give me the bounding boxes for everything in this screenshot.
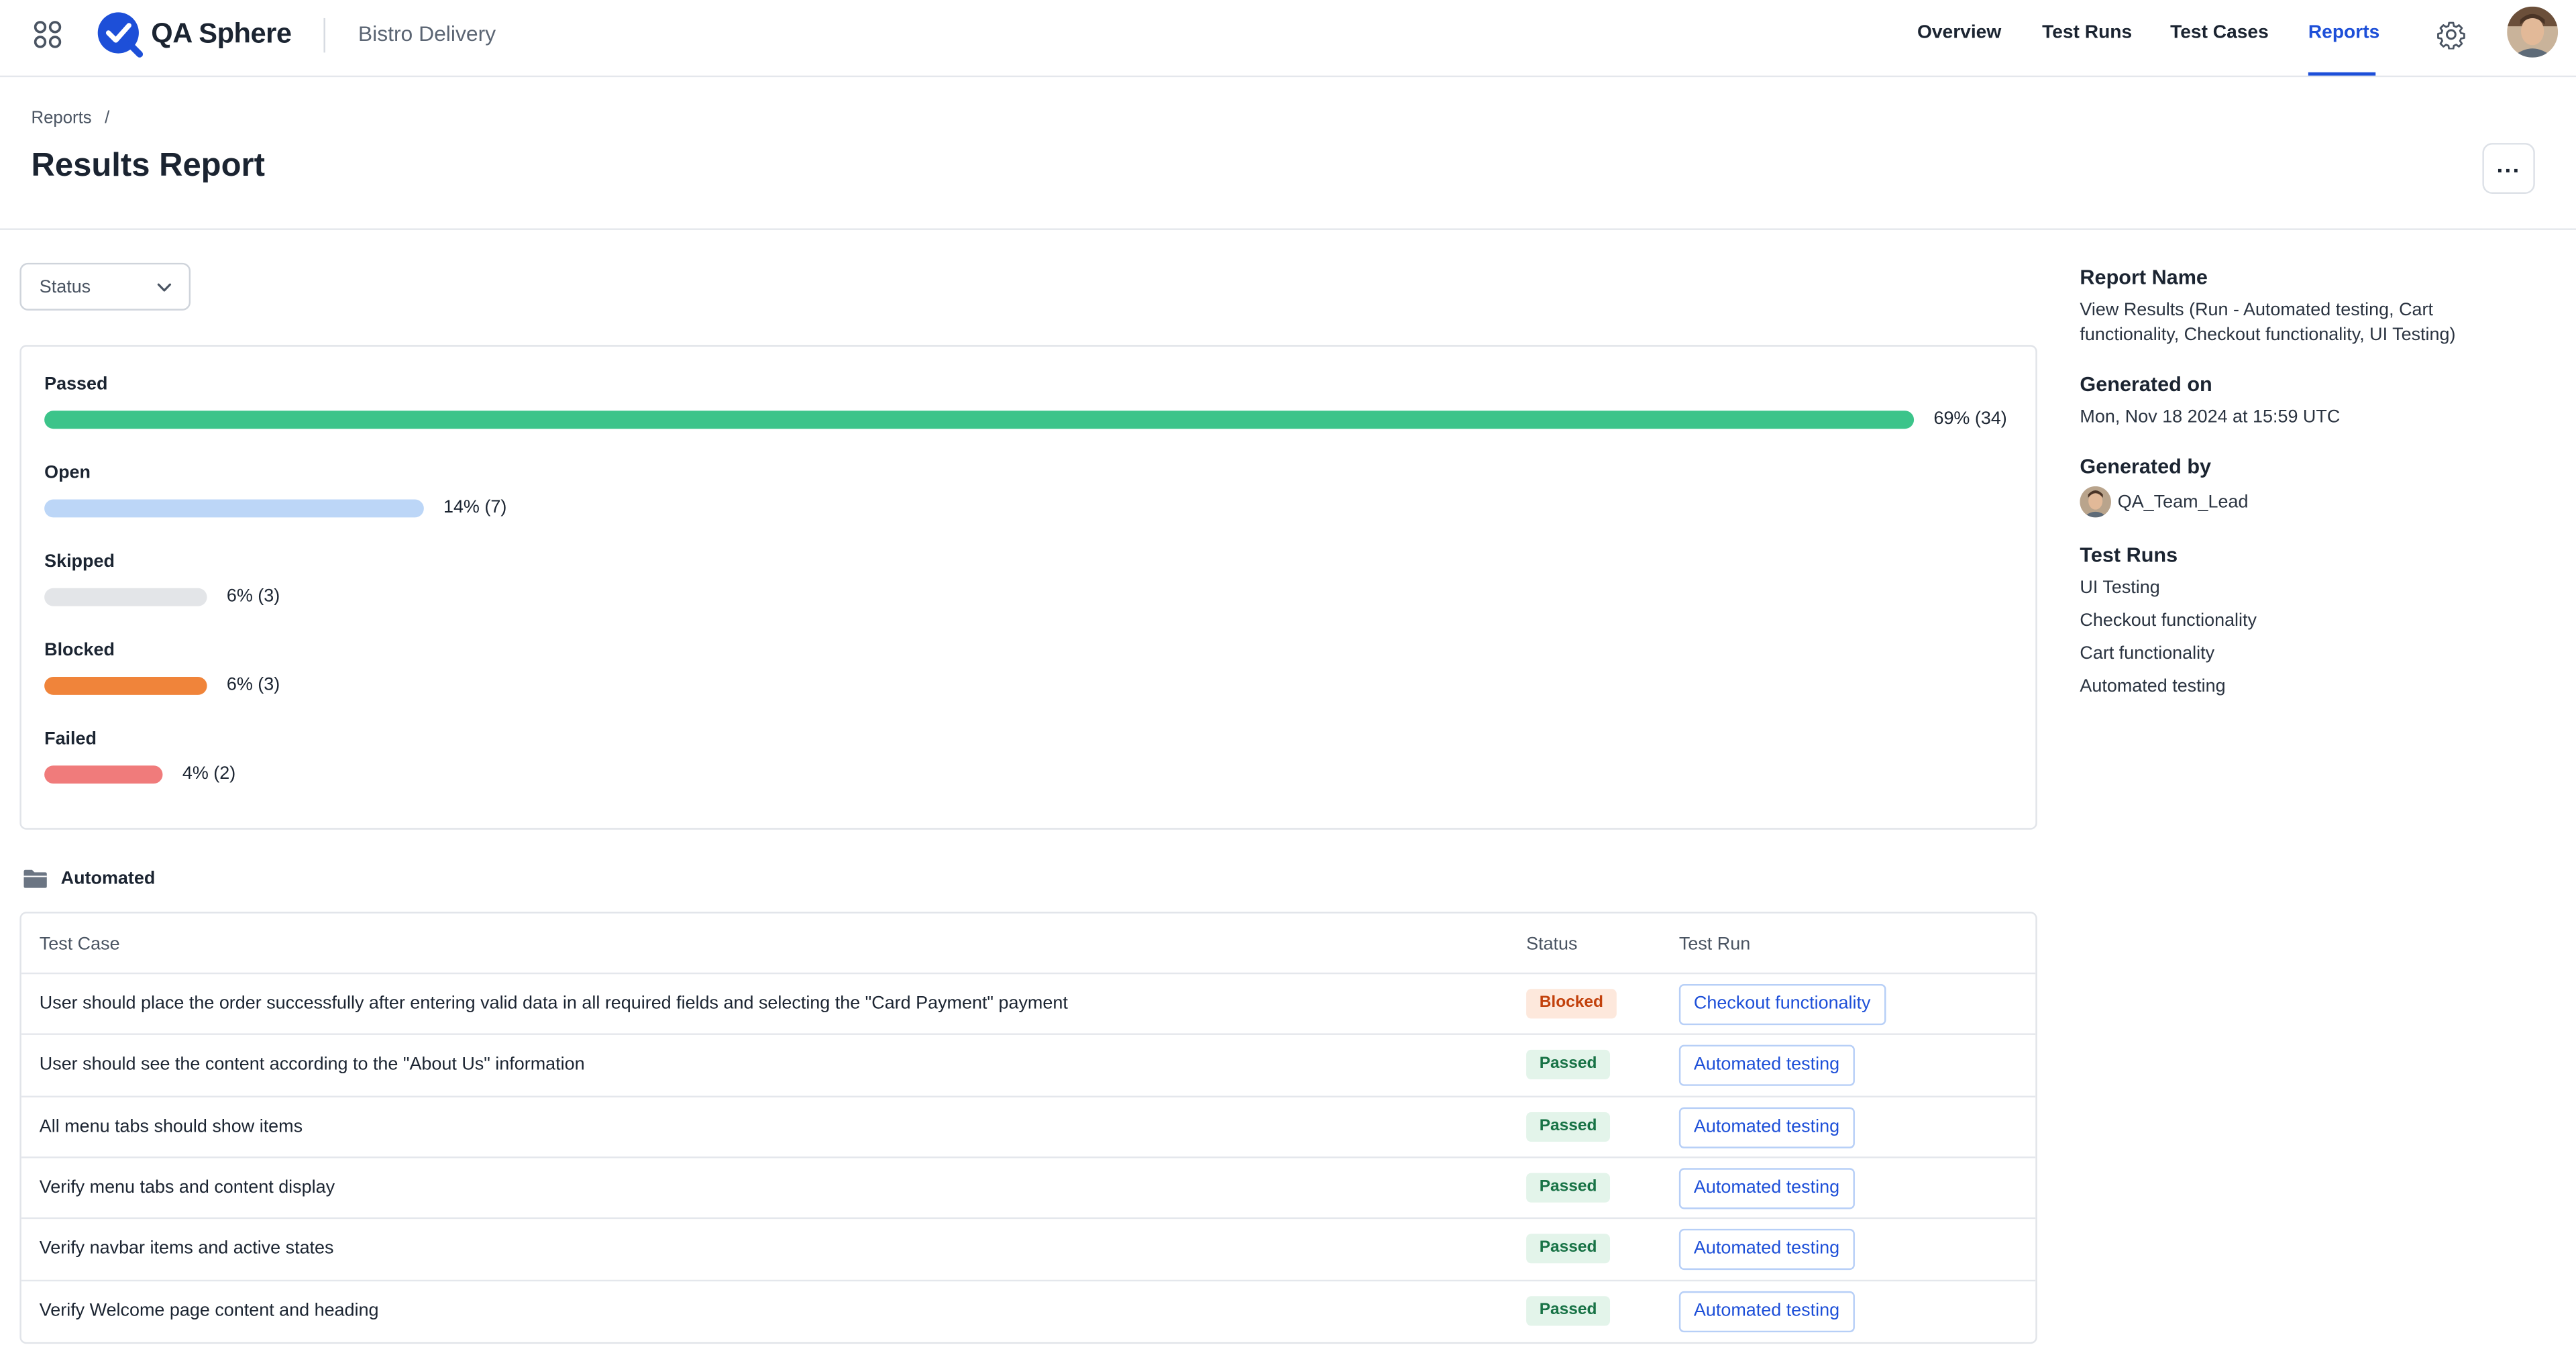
- bar-label-failed: Failed: [44, 729, 97, 749]
- bar-failed[interactable]: [44, 765, 163, 784]
- top-bar: QA Sphere Bistro Delivery Overview Test …: [0, 0, 2576, 78]
- test-run-link[interactable]: Checkout functionality: [1678, 983, 1886, 1026]
- folder-name: Automated: [60, 869, 156, 889]
- status-badge: Blocked: [1526, 989, 1617, 1019]
- status-badge: Passed: [1526, 1111, 1611, 1142]
- test-run-item-automated[interactable]: Automated testing: [2080, 676, 2225, 700]
- divider: [323, 17, 325, 53]
- status-distribution-chart: Passed 69% (34) Open 14% (7) Skipped 6% (3) Bl…: [19, 345, 2037, 830]
- test-run-link[interactable]: Automated testing: [1678, 1106, 1855, 1148]
- test-case-name[interactable]: All menu tabs should show items: [40, 1116, 303, 1136]
- nav-test-cases[interactable]: Test Cases: [2170, 23, 2269, 42]
- nav-active-indicator: [2308, 72, 2376, 76]
- test-run-item-cart[interactable]: Cart functionality: [2080, 643, 2214, 667]
- generated-by-avatar: [2080, 486, 2111, 518]
- header-divider: [0, 228, 2576, 230]
- table-row[interactable]: User should see the content according to…: [21, 1034, 2036, 1096]
- test-run-link[interactable]: Automated testing: [1678, 1290, 1855, 1332]
- test-run-link[interactable]: Automated testing: [1678, 1045, 1855, 1087]
- bar-open[interactable]: [44, 499, 424, 518]
- results-table: Test Case Status Test Run User should pl…: [19, 912, 2037, 1344]
- test-run-link[interactable]: Automated testing: [1678, 1229, 1855, 1271]
- bar-value-failed: 4% (2): [182, 763, 236, 784]
- test-case-name[interactable]: User should see the content according to…: [40, 1055, 585, 1075]
- app-logo[interactable]: QA Sphere: [95, 10, 292, 59]
- report-name-line-1: View Results (Run - Automated testing, C…: [2080, 301, 2434, 321]
- nav-reports[interactable]: Reports: [2308, 23, 2379, 42]
- nav-test-runs[interactable]: Test Runs: [2042, 23, 2132, 42]
- status-badge: Passed: [1526, 1050, 1611, 1080]
- table-row[interactable]: All menu tabs should show items Passed Aut…: [21, 1095, 2036, 1157]
- test-case-name[interactable]: User should place the order successfully…: [40, 994, 1068, 1014]
- column-header-test-run: Test Run: [1678, 934, 1751, 955]
- test-runs-label: Test Runs: [2080, 543, 2178, 567]
- breadcrumb: Reports /: [32, 109, 110, 128]
- test-case-name[interactable]: Verify Welcome page content and heading: [40, 1300, 379, 1319]
- table-row[interactable]: Verify menu tabs and content display Pass…: [21, 1156, 2036, 1219]
- test-run-item-ui-testing[interactable]: UI Testing: [2080, 577, 2159, 602]
- column-header-test-case: Test Case: [39, 934, 120, 955]
- user-avatar[interactable]: [2507, 6, 2559, 58]
- bar-passed[interactable]: [44, 411, 1915, 429]
- bar-label-skipped: Skipped: [44, 551, 115, 572]
- report-name-line-2: functionality, Checkout functionality, U…: [2080, 325, 2456, 345]
- bar-label-open: Open: [44, 463, 91, 484]
- status-filter-label: Status: [39, 277, 91, 298]
- status-filter-dropdown[interactable]: Status: [19, 262, 191, 311]
- bar-skipped[interactable]: [44, 588, 207, 606]
- table-row[interactable]: User should place the order successfully…: [21, 972, 2036, 1035]
- bar-value-skipped: 6% (3): [226, 586, 280, 606]
- chevron-down-icon: [157, 283, 172, 292]
- breadcrumb-separator: /: [105, 108, 110, 129]
- status-badge: Passed: [1526, 1234, 1611, 1264]
- page-title: Results Report: [31, 148, 265, 184]
- nav-overview[interactable]: Overview: [1917, 23, 2001, 42]
- logo-text: QA Sphere: [151, 17, 292, 50]
- generated-on-value: Mon, Nov 18 2024 at 15:59 UTC: [2080, 407, 2341, 427]
- more-icon: ...: [2496, 150, 2521, 177]
- bar-blocked[interactable]: [44, 676, 207, 695]
- bar-label-blocked: Blocked: [44, 641, 115, 661]
- test-case-name[interactable]: Verify menu tabs and content display: [40, 1178, 335, 1197]
- project-name[interactable]: Bistro Delivery: [358, 21, 496, 46]
- status-badge: Passed: [1526, 1295, 1611, 1326]
- more-options-button[interactable]: ...: [2482, 143, 2535, 194]
- table-row[interactable]: Verify Welcome page content and heading P…: [21, 1279, 2036, 1342]
- generated-by-value: QA_Team_Lead: [2117, 492, 2249, 513]
- generated-on-label: Generated on: [2080, 372, 2212, 396]
- column-header-status: Status: [1526, 934, 1578, 955]
- logo-mark-icon: [97, 12, 144, 58]
- test-run-link[interactable]: Automated testing: [1678, 1167, 1855, 1209]
- status-badge: Passed: [1526, 1173, 1611, 1203]
- bar-value-open: 14% (7): [443, 498, 507, 518]
- report-name-label: Report Name: [2080, 266, 2208, 290]
- bar-label-passed: Passed: [44, 374, 108, 394]
- test-case-name[interactable]: Verify navbar items and active states: [40, 1239, 334, 1258]
- generated-by-label: Generated by: [2080, 455, 2212, 478]
- bar-value-passed: 69% (34): [1933, 409, 2007, 429]
- table-row[interactable]: Verify navbar items and active states Pas…: [21, 1218, 2036, 1280]
- breadcrumb-reports[interactable]: Reports: [32, 109, 92, 128]
- test-run-item-checkout[interactable]: Checkout functionality: [2080, 610, 2257, 635]
- settings-gear-icon[interactable]: [2436, 19, 2466, 50]
- apps-grid-icon[interactable]: [33, 19, 62, 49]
- bar-value-blocked: 6% (3): [226, 675, 280, 695]
- folder-icon: [23, 869, 47, 888]
